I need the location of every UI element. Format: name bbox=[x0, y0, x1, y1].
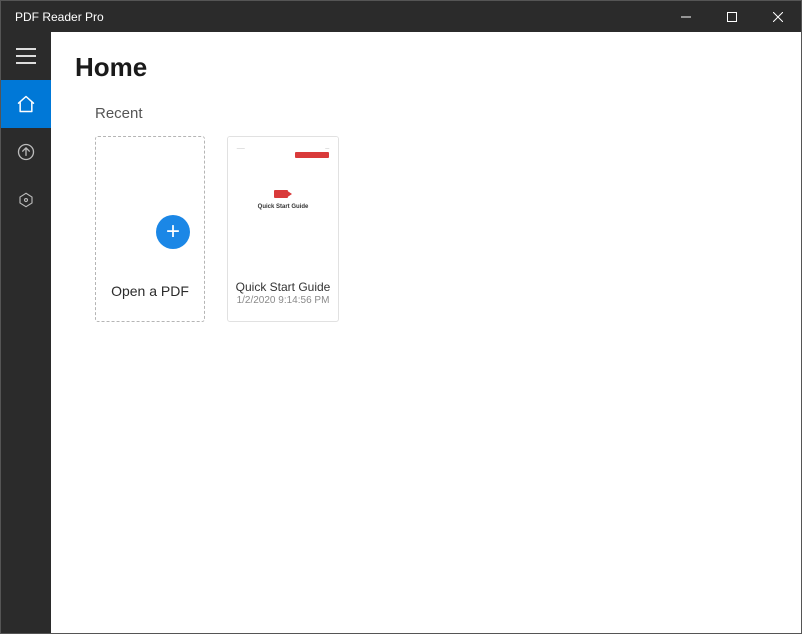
maximize-button[interactable] bbox=[709, 1, 755, 33]
file-name: Quick Start Guide bbox=[236, 280, 331, 294]
sidebar-item-settings[interactable] bbox=[1, 176, 51, 224]
file-date: 1/2/2020 9:14:56 PM bbox=[237, 295, 330, 306]
pdf-app-icon bbox=[274, 188, 292, 200]
section-recent-title: Recent bbox=[51, 91, 801, 130]
hexagon-icon bbox=[17, 191, 35, 209]
plus-icon: + bbox=[156, 215, 190, 249]
sidebar bbox=[1, 32, 51, 633]
sidebar-item-home[interactable] bbox=[1, 80, 51, 128]
hamburger-icon bbox=[16, 48, 36, 64]
page-title: Home bbox=[51, 32, 801, 91]
document-icon bbox=[127, 165, 173, 223]
file-thumbnail: ——— Quick Start Guide bbox=[228, 137, 338, 265]
window-title: PDF Reader Pro bbox=[1, 10, 104, 24]
file-caption: Quick Start Guide 1/2/2020 9:14:56 PM bbox=[232, 265, 335, 321]
close-button[interactable] bbox=[755, 1, 801, 33]
hamburger-menu-button[interactable] bbox=[1, 32, 51, 80]
recent-cards-row: + Open a PDF ——— Quick Start Guide Quick… bbox=[51, 130, 801, 322]
open-pdf-label: Open a PDF bbox=[111, 283, 189, 299]
open-pdf-tile[interactable]: + Open a PDF bbox=[95, 136, 205, 322]
recent-file-tile[interactable]: ——— Quick Start Guide Quick Start Guide … bbox=[227, 136, 339, 322]
home-icon bbox=[16, 94, 36, 114]
title-bar: PDF Reader Pro bbox=[0, 0, 802, 32]
sidebar-item-upload[interactable] bbox=[1, 128, 51, 176]
main-content: Home Recent + Open a PDF ——— bbox=[51, 32, 801, 633]
minimize-button[interactable] bbox=[663, 1, 709, 33]
upload-icon bbox=[16, 142, 36, 162]
thumbnail-title: Quick Start Guide bbox=[258, 204, 309, 210]
